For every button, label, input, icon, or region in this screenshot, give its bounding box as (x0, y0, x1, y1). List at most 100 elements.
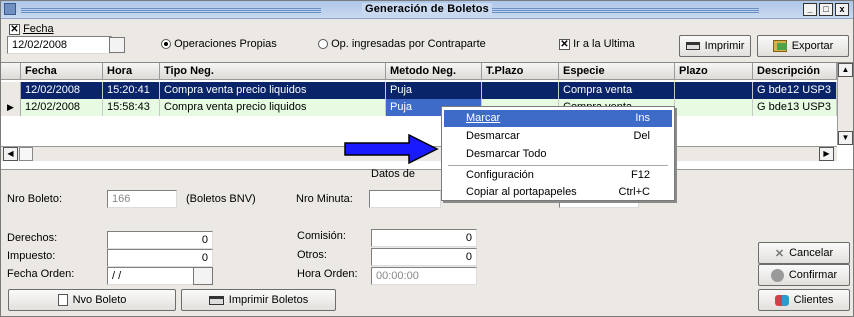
comision-field[interactable]: 0 (371, 229, 477, 247)
minimize-button[interactable]: _ (803, 3, 817, 16)
hora-orden-label: Hora Orden: (297, 268, 358, 280)
nro-boleto-label: Nro Boleto: (7, 193, 63, 205)
header-especie[interactable]: Especie (559, 63, 675, 80)
cancel-button[interactable]: ✕ Cancelar (758, 242, 850, 264)
impuesto-field[interactable]: 0 (107, 249, 213, 267)
ir-ultima-checkbox[interactable]: ✕ Ir a la Ultima (559, 38, 635, 50)
header-metodo-neg[interactable]: Metodo Neg. (386, 63, 482, 80)
menu-item-shortcut: Ctrl+C (618, 186, 650, 198)
nro-minuta-field[interactable] (369, 190, 441, 208)
confirm-button-label: Confirmar (788, 269, 838, 281)
fecha-filter[interactable]: ✕ Fecha (9, 23, 54, 35)
table-row[interactable]: ▶ 12/02/2008 15:58:43 Compra venta preci… (1, 99, 837, 116)
arrow-annotation-icon (344, 134, 439, 164)
otros-label: Otros: (297, 249, 327, 261)
scroll-thumb[interactable] (19, 147, 33, 161)
table-row[interactable]: 12/02/2008 15:20:41 Compra venta precio … (1, 82, 837, 99)
cell-tplazo[interactable] (482, 82, 559, 99)
printer-icon (208, 295, 224, 305)
radio-propias-dot[interactable] (161, 39, 171, 50)
imprimir-boletos-label: Imprimir Boletos (228, 294, 309, 306)
nvo-boleto-button[interactable]: Nvo Boleto (8, 289, 176, 311)
row-indicator[interactable] (1, 82, 21, 99)
radio-contraparte-dot[interactable] (318, 39, 328, 50)
cell-tipo-neg[interactable]: Compra venta precio liquidos (160, 99, 386, 116)
export-button[interactable]: Exportar (757, 35, 849, 57)
scroll-down-icon[interactable]: ▼ (838, 131, 853, 145)
menu-item-desmarcar[interactable]: Desmarcar Del (444, 128, 672, 145)
section-title: Datos de (371, 168, 416, 180)
menu-item-configuracion[interactable]: Configuración F12 (444, 167, 672, 184)
menu-separator (448, 165, 668, 166)
print-button-label: Imprimir (704, 40, 745, 52)
cell-tipo-neg[interactable]: Compra venta precio liquidos (160, 82, 386, 99)
radio-contraparte-label: Op. ingresadas por Contraparte (331, 38, 486, 50)
export-button-label: Exportar (791, 40, 834, 52)
menu-item-shortcut: Del (633, 130, 650, 142)
otros-field[interactable]: 0 (371, 248, 477, 266)
menu-item-marcar[interactable]: Marcar Ins (444, 110, 672, 127)
cell-fecha[interactable]: 12/02/2008 (21, 82, 103, 99)
header-fecha[interactable]: Fecha (21, 63, 103, 80)
fecha-orden-field[interactable]: / / (107, 267, 195, 285)
cell-hora[interactable]: 15:20:41 (103, 82, 160, 99)
nvo-boleto-label: Nvo Boleto (72, 294, 127, 306)
clientes-label: Clientes (793, 294, 834, 306)
menu-item-label: Marcar (466, 112, 501, 124)
imprimir-boletos-button[interactable]: Imprimir Boletos (181, 289, 336, 311)
radio-contraparte[interactable]: Op. ingresadas por Contraparte (318, 38, 486, 50)
scroll-left-icon[interactable]: ◀ (3, 147, 18, 161)
cell-hora[interactable]: 15:58:43 (103, 99, 160, 116)
comision-label: Comisión: (297, 230, 346, 242)
context-menu: Marcar Ins Desmarcar Del Desmarcar Todo … (441, 106, 675, 201)
print-button[interactable]: Imprimir (679, 35, 751, 57)
cell-descripcion[interactable]: G bde13 USP3 (753, 99, 837, 116)
confirm-button[interactable]: Confirmar (758, 264, 850, 286)
header-tipo-neg[interactable]: Tipo Neg. (160, 63, 386, 80)
radio-propias-label: Operaciones Propias (174, 38, 277, 50)
hora-orden-field[interactable]: 00:00:00 (371, 267, 477, 285)
cell-plazo[interactable] (675, 82, 753, 99)
nro-minuta-label: Nro Minuta: (296, 193, 353, 205)
bottom-toolbar: Nvo Boleto Imprimir Boletos Clientes (1, 286, 853, 316)
menu-item-label: Desmarcar (466, 130, 520, 142)
cell-plazo[interactable] (675, 99, 753, 116)
header-hora[interactable]: Hora (103, 63, 160, 80)
ir-ultima-check[interactable]: ✕ (559, 38, 570, 50)
cell-especie[interactable]: Compra venta (559, 82, 675, 99)
window-title: Generación de Boletos (361, 3, 492, 15)
menu-item-shortcut: Ins (635, 112, 650, 124)
menu-item-copiar[interactable]: Copiar al portapapeles Ctrl+C (444, 184, 672, 201)
scroll-right-icon[interactable]: ▶ (819, 147, 834, 161)
fecha-orden-calendar-button[interactable] (193, 267, 213, 285)
header-tplazo[interactable]: T.Plazo (482, 63, 559, 80)
nro-boleto-field[interactable]: 166 (107, 190, 177, 208)
ir-ultima-label: Ir a la Ultima (573, 38, 635, 50)
maximize-button[interactable]: □ (819, 3, 833, 16)
derechos-field[interactable]: 0 (107, 231, 213, 249)
printer-icon (685, 42, 700, 50)
fecha-input[interactable]: 12/02/2008 (7, 36, 112, 54)
title-bar[interactable]: Generación de Boletos _ □ x (1, 1, 853, 19)
cell-descripcion[interactable]: G bde12 USP3 (753, 82, 837, 99)
header-plazo[interactable]: Plazo (675, 63, 753, 80)
close-button[interactable]: x (835, 3, 849, 16)
fecha-checkbox[interactable]: ✕ (9, 23, 20, 35)
calendar-button[interactable] (109, 37, 125, 53)
filter-bar: ✕ Fecha 12/02/2008 Operaciones Propias O… (1, 20, 853, 62)
menu-item-desmarcar-todo[interactable]: Desmarcar Todo (444, 146, 672, 163)
vertical-scrollbar[interactable]: ▲ ▼ (837, 63, 853, 145)
details-form: Datos de Nro Boleto: 166 (Boletos BNV) N… (1, 168, 853, 289)
menu-item-shortcut: F12 (631, 169, 650, 181)
fecha-orden-label: Fecha Orden: (7, 268, 75, 280)
header-descripcion[interactable]: Descripción (753, 63, 837, 80)
header-indicator (1, 63, 21, 80)
fecha-label: Fecha (23, 23, 54, 35)
cell-fecha[interactable]: 12/02/2008 (21, 99, 103, 116)
cancel-button-label: Cancelar (789, 247, 834, 259)
current-row-arrow-icon[interactable]: ▶ (1, 99, 21, 116)
clientes-button[interactable]: Clientes (758, 289, 850, 311)
radio-propias[interactable]: Operaciones Propias (161, 38, 277, 50)
scroll-up-icon[interactable]: ▲ (838, 63, 853, 77)
cell-metodo-neg[interactable]: Puja (386, 82, 482, 99)
